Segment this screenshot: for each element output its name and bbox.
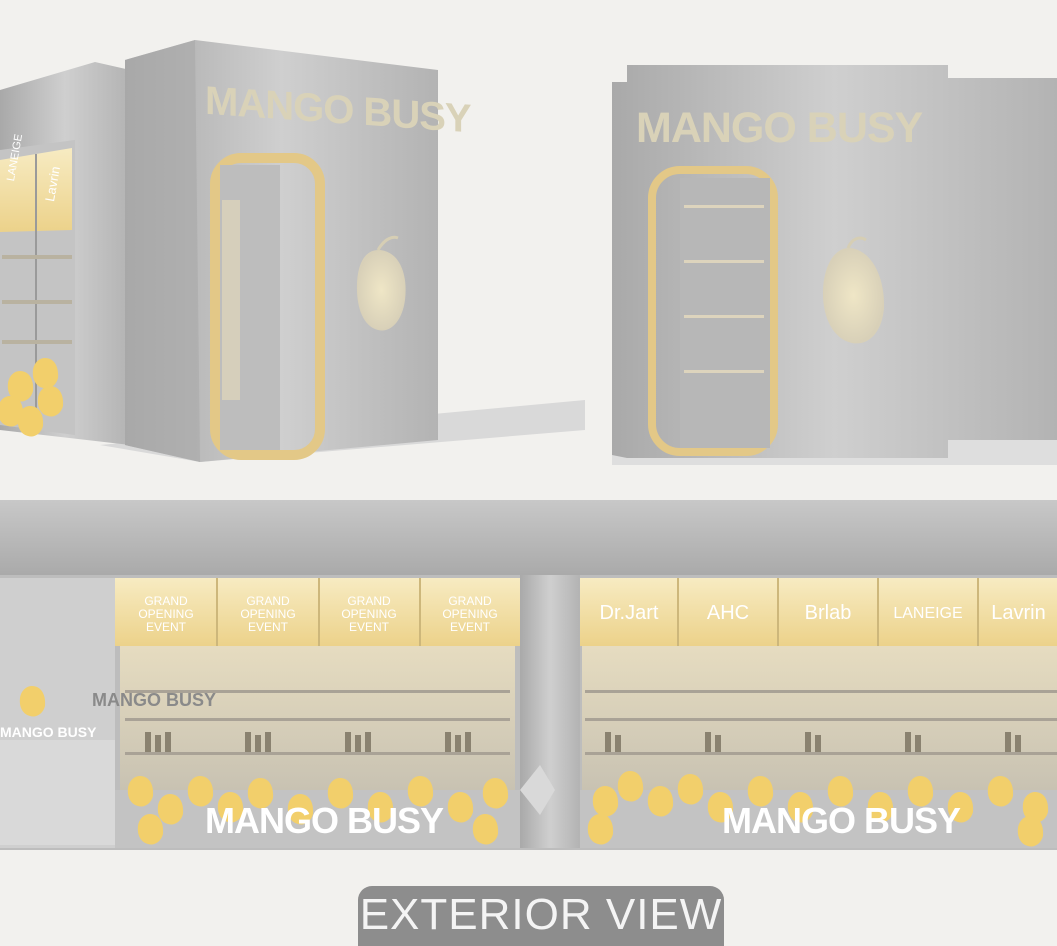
brand-banner: AHC [706,602,750,624]
brand-banner: Brlab [804,602,852,624]
counter-brand-label: MANGO BUSY [0,724,97,740]
event-banner: GRAND OPENING EVENT [442,594,498,634]
brand-banner: Dr.Jart [599,602,659,624]
event-banner: GRAND OPENING EVENT [341,594,397,634]
storefront-brand-right: MANGO BUSY [722,800,961,841]
counter-brand-label-back: MANGO BUSY [92,690,217,710]
caption: EXTERIOR VIEW [359,890,723,939]
event-banner: GRAND OPENING EVENT [138,594,194,634]
brand-banner: LANEIGE [893,605,963,622]
event-banner: GRAND OPENING EVENT [240,594,296,634]
fascia-band [0,500,1057,580]
brand-banner: Lavrin [991,602,1046,624]
kiosk-right-brand: MANGO BUSY [636,104,923,152]
storefront-brand-left: MANGO BUSY [205,800,444,841]
